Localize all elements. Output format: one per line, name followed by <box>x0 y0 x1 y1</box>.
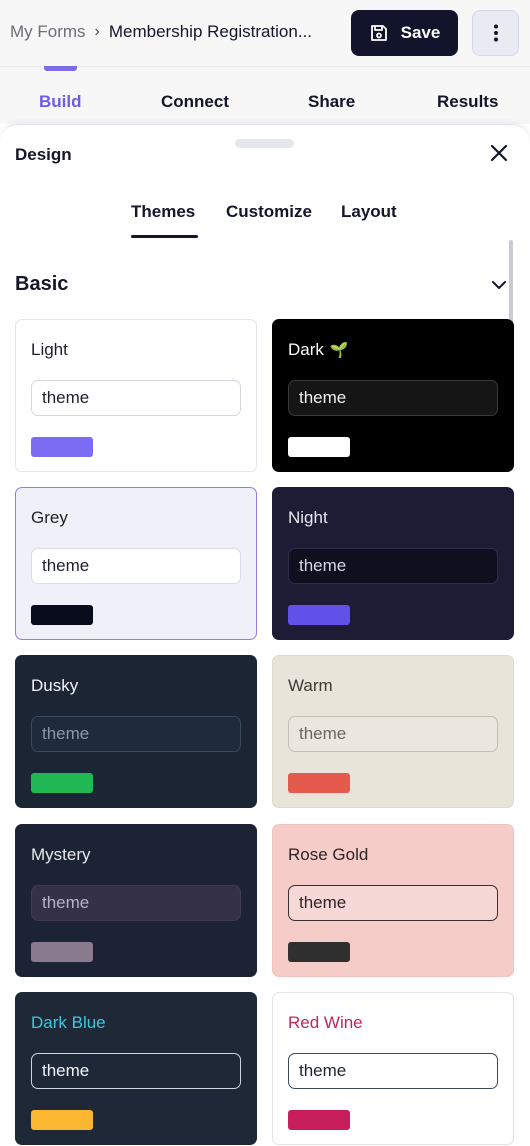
theme-sample-input: theme <box>288 548 498 584</box>
more-options-button[interactable] <box>472 10 519 56</box>
theme-name: Red Wine <box>288 1013 363 1032</box>
close-icon <box>490 144 508 162</box>
theme-color-swatch <box>288 605 350 625</box>
kebab-menu-icon <box>493 24 498 42</box>
tab-themes[interactable]: Themes <box>131 202 195 222</box>
theme-card-red-wine[interactable]: Red Wine theme <box>272 992 514 1145</box>
theme-color-swatch <box>31 437 93 457</box>
panel-title: Design <box>15 145 72 164</box>
theme-color-swatch <box>288 1110 350 1130</box>
theme-sample-input: theme <box>31 380 241 416</box>
theme-name: Rose Gold <box>288 845 369 864</box>
theme-card-dusky[interactable]: Dusky theme <box>15 655 257 808</box>
theme-sample-input: theme <box>288 716 498 752</box>
theme-color-swatch <box>288 942 350 962</box>
theme-color-swatch <box>31 942 93 962</box>
theme-card-rose-gold[interactable]: Rose Gold theme <box>272 824 514 977</box>
breadcrumb: My Forms › Membership Registration... <box>10 22 312 42</box>
floppy-disk-icon <box>370 25 387 41</box>
theme-name: Dark 🌱 <box>288 340 349 359</box>
tab-share[interactable]: Share <box>308 92 355 112</box>
close-button[interactable] <box>488 142 510 164</box>
chevron-down-icon <box>492 281 506 289</box>
active-tab-indicator <box>44 66 77 71</box>
theme-card-dark-blue[interactable]: Dark Blue theme <box>15 992 257 1145</box>
breadcrumb-separator: › <box>94 23 100 40</box>
save-button[interactable]: Save <box>351 10 458 56</box>
theme-sample-input: theme <box>31 885 241 921</box>
sprout-icon: 🌱 <box>329 342 349 359</box>
theme-color-swatch <box>31 1110 93 1130</box>
theme-sample-input: theme <box>288 885 498 921</box>
tab-layout[interactable]: Layout <box>341 202 397 222</box>
theme-sample-input: theme <box>288 380 498 416</box>
section-title-basic: Basic <box>15 273 69 295</box>
breadcrumb-current: Membership Registration... <box>108 22 313 41</box>
theme-card-night[interactable]: Night theme <box>272 487 514 640</box>
theme-color-swatch <box>31 773 93 793</box>
theme-sample-input: theme <box>31 716 241 752</box>
theme-name: Mystery <box>31 845 91 864</box>
theme-sample-input: theme <box>31 548 241 584</box>
breadcrumb-root[interactable]: My Forms <box>10 22 86 42</box>
collapse-section-button[interactable] <box>490 276 508 294</box>
theme-name: Warm <box>288 676 333 695</box>
tab-build[interactable]: Build <box>39 92 82 112</box>
theme-name: Dark Blue <box>31 1013 106 1032</box>
save-button-label: Save <box>400 23 441 42</box>
theme-card-grey[interactable]: Grey theme <box>15 487 257 640</box>
theme-name: Grey <box>31 508 68 527</box>
theme-name: Night <box>288 508 328 527</box>
theme-color-swatch <box>288 437 350 457</box>
theme-card-warm[interactable]: Warm theme <box>272 655 514 808</box>
theme-color-swatch <box>288 773 350 793</box>
theme-name: Light <box>31 340 68 359</box>
theme-sample-input: theme <box>288 1053 498 1089</box>
tab-results[interactable]: Results <box>437 92 498 112</box>
theme-card-mystery[interactable]: Mystery theme <box>15 824 257 977</box>
theme-name: Dusky <box>31 676 79 695</box>
theme-card-light[interactable]: Light theme <box>15 319 257 472</box>
theme-card-dark[interactable]: Dark 🌱 theme <box>272 319 514 472</box>
tab-customize[interactable]: Customize <box>226 202 312 222</box>
theme-color-swatch <box>31 605 93 625</box>
drag-handle[interactable] <box>235 139 294 148</box>
subtab-underline <box>131 235 198 238</box>
theme-sample-input: theme <box>31 1053 241 1089</box>
tab-connect[interactable]: Connect <box>161 92 229 112</box>
